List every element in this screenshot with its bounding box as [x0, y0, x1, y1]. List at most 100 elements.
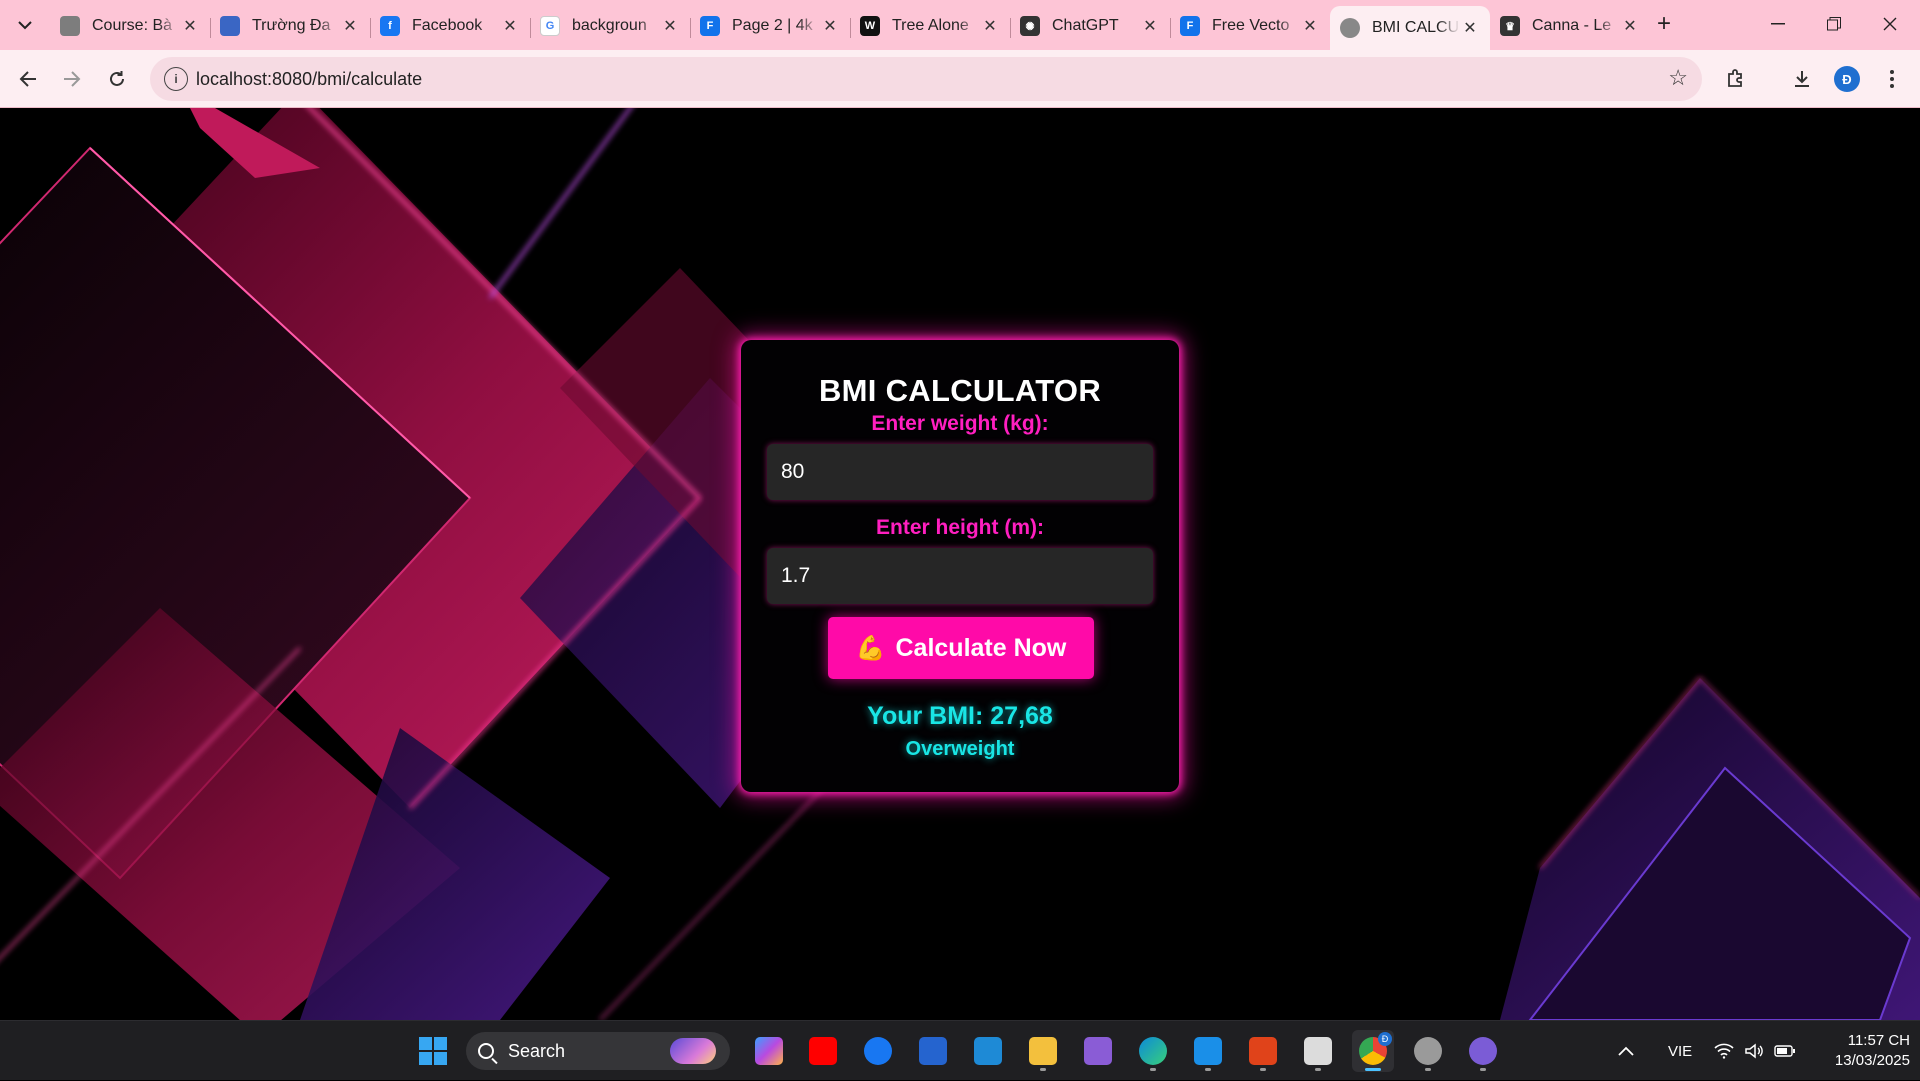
downloads-button[interactable]: [1786, 63, 1818, 95]
forward-button[interactable]: [56, 63, 88, 95]
wifi-icon: [1714, 1043, 1734, 1059]
tab-title: backgroun: [572, 17, 647, 34]
windows-logo-icon: [419, 1037, 447, 1065]
browser-tab[interactable]: F Free Vecto ✕: [1170, 6, 1330, 46]
page-viewport: BMI CALCULATOR Enter weight (kg): Enter …: [0, 108, 1920, 1020]
taskbar-search[interactable]: Search: [466, 1032, 730, 1070]
clock-time: 11:57 CH: [1847, 1032, 1910, 1049]
tab-title: BMI CALCU: [1372, 19, 1460, 36]
browser-tab[interactable]: F Page 2 | 4k ✕: [690, 6, 850, 46]
browser-tab[interactable]: ♛ Canna - Le ✕: [1490, 6, 1650, 46]
language-indicator[interactable]: VIE: [1668, 1021, 1692, 1081]
calculate-button-label: Calculate Now: [895, 633, 1067, 662]
github-icon: [1469, 1037, 1497, 1065]
page-title: BMI CALCULATOR: [818, 373, 1102, 408]
facebook-favicon-icon: f: [380, 16, 400, 36]
tab-search-button[interactable]: [10, 9, 40, 41]
taskbar-app-youtube[interactable]: [802, 1030, 844, 1072]
arrow-right-icon: [64, 71, 81, 87]
taskbar-app-facebook[interactable]: [857, 1030, 899, 1072]
taskbar-app-todo[interactable]: [912, 1030, 954, 1072]
close-tab-icon[interactable]: ✕: [1140, 16, 1160, 36]
browser-menu-button[interactable]: [1876, 63, 1908, 95]
globe-favicon-icon: [1340, 18, 1360, 38]
close-tab-icon[interactable]: ✕: [1620, 16, 1640, 36]
browser-tab[interactable]: BMI CALCU ✕: [1330, 6, 1490, 50]
wallpaper-favicon-icon: W: [860, 16, 880, 36]
minimize-icon: [1771, 23, 1785, 25]
browser-tab[interactable]: Gbackgroun ✕: [530, 6, 690, 46]
minimize-button[interactable]: [1750, 0, 1806, 48]
close-tab-icon[interactable]: ✕: [1460, 18, 1480, 38]
chatgpt-favicon-icon: ✺: [1020, 16, 1040, 36]
site-info-icon[interactable]: i: [164, 67, 188, 91]
taskbar-app-file-explorer[interactable]: [1022, 1030, 1064, 1072]
browser-tab-strip: Course: Bà ✕ Trường Đa ✕ f Facebook ✕ Gbackgrou…: [0, 0, 1920, 50]
download-icon: [1795, 71, 1809, 87]
tab-title: Canna - Le: [1532, 17, 1612, 34]
calculate-button[interactable]: 💪 Calculate Now: [828, 617, 1094, 679]
taskbar-app-visual-studio[interactable]: [1077, 1030, 1119, 1072]
volume-icon: [1745, 1043, 1763, 1059]
bmi-status: Overweight: [905, 738, 1015, 760]
tab-title: Free Vecto: [1212, 17, 1290, 34]
reload-button[interactable]: [101, 63, 133, 95]
restore-button[interactable]: [1806, 0, 1862, 48]
close-tab-icon[interactable]: ✕: [1300, 16, 1320, 36]
browser-tab[interactable]: Course: Bà ✕: [50, 6, 210, 46]
taskbar-app-chrome[interactable]: Đ: [1352, 1030, 1394, 1072]
height-input[interactable]: [767, 548, 1153, 604]
clock-date: 13/03/2025: [1834, 1052, 1910, 1069]
search-placeholder: Search: [508, 1040, 566, 1061]
restore-icon: [1827, 17, 1841, 31]
flexed-biceps-icon: 💪: [855, 634, 886, 662]
browser-tab[interactable]: f Facebook ✕: [370, 6, 530, 46]
close-window-button[interactable]: [1862, 0, 1918, 48]
show-hidden-icons-button[interactable]: [1618, 1021, 1634, 1081]
taskbar-app-ultraview[interactable]: [1187, 1030, 1229, 1072]
close-tab-icon[interactable]: ✕: [340, 16, 360, 36]
freepik-favicon-icon: F: [700, 16, 720, 36]
teams-icon: [1304, 1037, 1332, 1065]
search-icon: [478, 1043, 494, 1059]
tab-title: Facebook: [412, 17, 483, 34]
taskbar-app-edge[interactable]: [1132, 1030, 1174, 1072]
extensions-button[interactable]: [1720, 63, 1752, 95]
new-tab-button[interactable]: +: [1650, 10, 1678, 38]
taskbar-app-settings[interactable]: [1407, 1030, 1449, 1072]
tab-title: Trường Đa: [252, 17, 331, 34]
browser-tab[interactable]: ✺ ChatGPT ✕: [1010, 6, 1170, 46]
battery-icon: [1774, 1045, 1795, 1057]
close-tab-icon[interactable]: ✕: [500, 16, 520, 36]
browser-tab[interactable]: Trường Đa ✕: [210, 6, 370, 46]
profile-avatar[interactable]: Đ: [1834, 66, 1860, 92]
back-button[interactable]: [12, 63, 44, 95]
tab-title: Page 2 | 4k: [732, 17, 813, 34]
weight-input[interactable]: [767, 444, 1153, 500]
ultraview-icon: [1194, 1037, 1222, 1065]
close-tab-icon[interactable]: ✕: [820, 16, 840, 36]
taskbar-app-github[interactable]: [1462, 1030, 1504, 1072]
freepik-favicon-icon: F: [1180, 16, 1200, 36]
taskbar-app-vscode[interactable]: [967, 1030, 1009, 1072]
university-favicon-icon: [220, 16, 240, 36]
system-clock[interactable]: 11:57 CH 13/03/2025: [1810, 1031, 1910, 1071]
bmi-calculator-card: BMI CALCULATOR Enter weight (kg): Enter …: [741, 340, 1179, 792]
tab-list: Course: Bà ✕ Trường Đa ✕ f Facebook ✕ Gbackgrou…: [50, 6, 1650, 50]
start-button[interactable]: [412, 1030, 454, 1072]
weight-label: Enter weight (kg):: [871, 412, 1049, 435]
chevron-up-icon: [1618, 1046, 1634, 1056]
trophy-favicon-icon: ♛: [1500, 16, 1520, 36]
network-volume-battery-group[interactable]: [1714, 1021, 1796, 1081]
vscode-icon: [974, 1037, 1002, 1065]
taskbar-app-teams[interactable]: [1297, 1030, 1339, 1072]
close-tab-icon[interactable]: ✕: [980, 16, 1000, 36]
taskbar-app-app[interactable]: [1242, 1030, 1284, 1072]
bookmark-star-icon[interactable]: ☆: [1668, 65, 1688, 91]
taskbar-app-copilot[interactable]: [748, 1030, 790, 1072]
close-tab-icon[interactable]: ✕: [180, 16, 200, 36]
close-tab-icon[interactable]: ✕: [660, 16, 680, 36]
address-bar[interactable]: i localhost:8080/bmi/calculate ☆: [150, 57, 1702, 101]
tab-title: Course: Bà: [92, 17, 173, 34]
browser-tab[interactable]: W Tree Alone ✕: [850, 6, 1010, 46]
